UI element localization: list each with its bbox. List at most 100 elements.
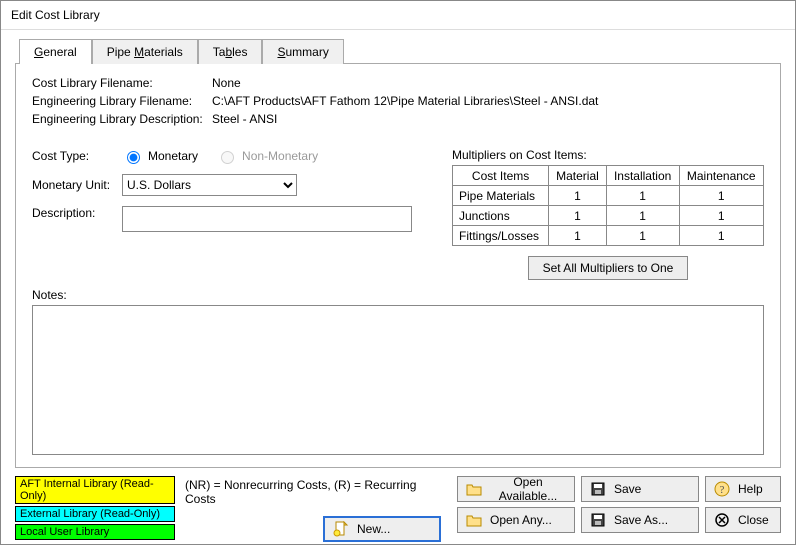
cell-name: Pipe Materials [453,186,549,206]
help-button[interactable]: ? Help [705,476,781,502]
cell-maintenance[interactable]: 1 [679,226,764,246]
window-content: General Pipe Materials Tables Summary Co… [1,30,795,552]
general-panel: Cost Library Filename: None Engineering … [15,63,781,468]
cell-maintenance[interactable]: 1 [679,186,764,206]
monetary-radio[interactable] [127,151,140,164]
tab-text: Pipe [107,45,134,59]
cost-type-label: Cost Type: [32,149,122,163]
description-input[interactable] [122,206,412,232]
multipliers-title: Multipliers on Cost Items: [452,148,764,162]
info-row: Engineering Library Filename: C:\AFT Pro… [32,94,764,108]
info-row: Engineering Library Description: Steel -… [32,112,764,126]
multipliers-table: Cost Items Material Installation Mainten… [452,165,764,246]
notes-textarea[interactable] [32,305,764,455]
cell-material[interactable]: 1 [549,206,607,226]
button-grid: Open Available... Save ? Help [457,476,781,533]
edit-cost-library-window: Edit Cost Library General Pipe Materials… [0,0,796,545]
col-cost-items: Cost Items [453,166,549,186]
monetary-radio-label[interactable]: Monetary [122,148,198,164]
svg-text:?: ? [720,484,725,496]
tab-text: ummary [285,45,328,59]
tab-text: les [232,45,247,59]
left-column: Cost Type: Monetary Non-Monetary [32,148,432,280]
engineering-library-filename-label: Engineering Library Filename: [32,94,212,108]
notes-label: Notes: [32,288,764,302]
tab-text: eneral [43,45,76,59]
cell-installation[interactable]: 1 [606,206,679,226]
table-row: Pipe Materials 1 1 1 [453,186,764,206]
save-icon [590,481,606,497]
tabstrip: General Pipe Materials Tables Summary [19,38,781,63]
legend-local: Local User Library [15,524,175,540]
set-all-row: Set All Multipliers to One [452,256,764,280]
monetary-unit-select[interactable]: U.S. Dollars [122,174,297,196]
folder-open-icon [466,481,482,497]
legend-external: External Library (Read-Only) [15,506,175,522]
open-available-button[interactable]: Open Available... [457,476,575,502]
tab-text: Ta [213,45,226,59]
cell-material[interactable]: 1 [549,186,607,206]
button-label: Save [614,482,641,496]
new-button-wrap: New... [185,516,447,542]
open-any-button[interactable]: Open Any... [457,507,575,533]
button-label: Close [738,513,769,527]
table-header-row: Cost Items Material Installation Mainten… [453,166,764,186]
col-material: Material [549,166,607,186]
tab-tables[interactable]: Tables [198,39,263,64]
engineering-library-filename-value: C:\AFT Products\AFT Fathom 12\Pipe Mater… [212,94,598,108]
save-as-button[interactable]: Save As... [581,507,699,533]
button-label: Open Available... [490,475,566,503]
button-label: Open Any... [490,513,552,527]
close-icon [714,512,730,528]
non-monetary-radio-label: Non-Monetary [216,148,318,164]
set-all-multipliers-button[interactable]: Set All Multipliers to One [528,256,689,280]
button-label: New... [357,522,390,536]
cost-library-filename-value: None [212,76,241,90]
right-column: Multipliers on Cost Items: Cost Items Ma… [452,148,764,280]
save-button[interactable]: Save [581,476,699,502]
cost-type-row: Cost Type: Monetary Non-Monetary [32,148,432,164]
cost-library-filename-label: Cost Library Filename: [32,76,212,90]
folder-open-icon [466,512,482,528]
engineering-library-description-value: Steel - ANSI [212,112,277,126]
cell-name: Junctions [453,206,549,226]
button-label: Save As... [614,513,668,527]
new-file-icon [333,521,349,537]
tab-hotkey: M [134,45,144,59]
table-row: Junctions 1 1 1 [453,206,764,226]
legend: AFT Internal Library (Read-Only) Externa… [15,476,175,540]
non-monetary-radio [221,151,234,164]
cell-maintenance[interactable]: 1 [679,206,764,226]
cell-installation[interactable]: 1 [606,186,679,206]
radio-text: Monetary [148,149,198,163]
radio-text: Non-Monetary [242,149,318,163]
mid-section: Cost Type: Monetary Non-Monetary [32,148,764,280]
close-button[interactable]: Close [705,507,781,533]
col-installation: Installation [606,166,679,186]
monetary-unit-row: Monetary Unit: U.S. Dollars [32,174,432,196]
cell-installation[interactable]: 1 [606,226,679,246]
description-label: Description: [32,206,122,220]
button-label: Help [738,482,763,496]
table-row: Fittings/Losses 1 1 1 [453,226,764,246]
cost-type-radio-group: Monetary Non-Monetary [122,148,318,164]
window-title: Edit Cost Library [1,1,795,30]
legend-note: (NR) = Nonrecurring Costs, (R) = Recurri… [185,478,447,506]
tab-summary[interactable]: Summary [262,39,343,64]
tab-text: aterials [144,45,183,59]
info-row: Cost Library Filename: None [32,76,764,90]
new-button[interactable]: New... [323,516,441,542]
legend-internal: AFT Internal Library (Read-Only) [15,476,175,504]
tab-general[interactable]: General [19,39,92,64]
footer-mid: (NR) = Nonrecurring Costs, (R) = Recurri… [185,476,447,542]
cell-material[interactable]: 1 [549,226,607,246]
footer: AFT Internal Library (Read-Only) Externa… [15,476,781,542]
col-maintenance: Maintenance [679,166,764,186]
help-icon: ? [714,481,730,497]
cell-name: Fittings/Losses [453,226,549,246]
monetary-unit-label: Monetary Unit: [32,178,122,192]
tab-pipe-materials[interactable]: Pipe Materials [92,39,198,64]
save-icon [590,512,606,528]
tab-hotkey: G [34,45,43,59]
description-row: Description: [32,206,432,232]
